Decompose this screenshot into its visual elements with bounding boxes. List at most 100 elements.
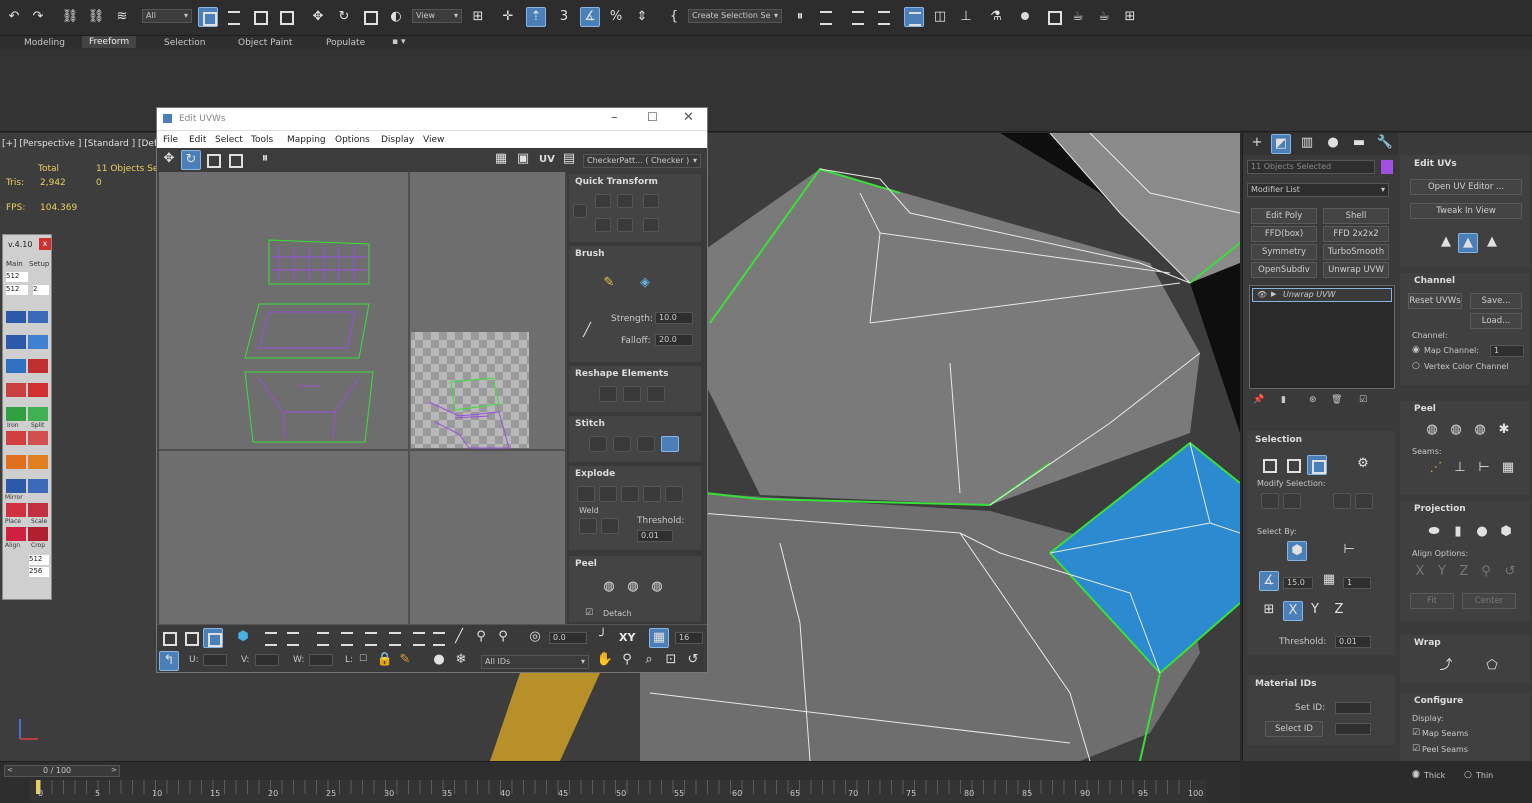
brush-header[interactable]: Brush (575, 249, 604, 259)
paint-brush-icon[interactable]: ✎ (599, 274, 619, 294)
window-crossing-icon[interactable] (276, 7, 296, 27)
plugin-tool-icon[interactable] (28, 503, 48, 517)
schematic-view-icon[interactable]: ⊥ (956, 8, 976, 28)
planar-angle-spinner[interactable]: 15.0 (1283, 577, 1313, 589)
rotate-icon[interactable]: ↻ (181, 150, 201, 170)
sel-poly-icon[interactable] (1307, 455, 1327, 475)
plugin-tool-icon[interactable] (6, 407, 26, 421)
edge-mode-icon[interactable] (181, 628, 201, 648)
select-element-icon[interactable]: ⬢ (1287, 541, 1307, 561)
plugin-tool-icon[interactable] (28, 455, 48, 469)
explode-header[interactable]: Explode (575, 469, 615, 479)
move-icon[interactable]: ✥ (308, 8, 328, 28)
curve-editor-icon[interactable]: ◫ (930, 8, 950, 28)
grid-icon[interactable]: ⊞ (1120, 8, 1140, 28)
scale-icon[interactable] (203, 150, 223, 170)
select-id-button[interactable]: Select ID (1265, 721, 1323, 737)
tab-populate[interactable]: Populate (326, 38, 365, 48)
stitch-custom-icon[interactable] (661, 436, 679, 452)
make-unique-icon[interactable]: ⊛ (1309, 395, 1317, 405)
stack-item[interactable]: 👁 ▶ Unwrap UVW (1252, 288, 1392, 302)
plugin-tool-icon[interactable] (28, 407, 48, 421)
hide-icon[interactable]: ✎ (395, 651, 415, 671)
uv-display-icon[interactable]: ▣ (513, 150, 533, 170)
rect-selection-icon[interactable] (250, 7, 270, 27)
plugin-tool-icon[interactable] (6, 431, 26, 445)
spherical-map-icon[interactable]: ● (1472, 523, 1492, 543)
create-tab-icon[interactable]: + (1247, 134, 1267, 154)
menu-view[interactable]: View (423, 135, 444, 145)
ribbon-options-icon[interactable]: ▪ ▾ (392, 37, 405, 47)
zoom-region-icon[interactable]: ⌕ (639, 651, 659, 671)
plugin-tool-icon[interactable] (28, 359, 48, 373)
loop-sel-icon[interactable] (1333, 493, 1351, 509)
rotate-angle-spinner[interactable]: 0.0 (549, 632, 587, 644)
time-prev-icon[interactable]: < (7, 766, 13, 774)
plugin-tool-icon[interactable] (6, 479, 26, 493)
straighten-icon[interactable] (599, 386, 617, 402)
reshape-header[interactable]: Reshape Elements (575, 369, 668, 379)
grid-size-spinner[interactable]: 16 (675, 632, 703, 644)
layer-explorer-icon[interactable] (874, 7, 894, 27)
paint-shrink-icon[interactable]: ⚲ (493, 628, 513, 648)
w-field[interactable] (309, 654, 333, 666)
freeform-icon[interactable] (225, 150, 245, 170)
lock-icon[interactable]: 🔒 (375, 651, 395, 671)
set-id-spinner[interactable] (1335, 702, 1371, 714)
render-iterative-icon[interactable]: ☕ (1094, 8, 1114, 28)
grow-sel-icon[interactable] (261, 628, 281, 648)
reset-view-icon[interactable]: ↺ (683, 651, 703, 671)
redo-icon[interactable]: ↷ (28, 8, 48, 28)
plugin-tool-icon[interactable] (28, 383, 48, 397)
load-button[interactable]: Load... (1470, 313, 1522, 329)
remove-modifier-icon[interactable]: 🗑 (1331, 395, 1342, 405)
falloff-spinner[interactable]: 20.0 (655, 334, 693, 346)
break-edge-icon[interactable] (599, 486, 617, 502)
map-channel-spinner[interactable]: 1 (1490, 345, 1524, 357)
plugin-size-e[interactable]: 256 (29, 567, 49, 577)
cylindrical-map-icon[interactable]: ▮ (1448, 523, 1468, 543)
menu-mapping[interactable]: Mapping (287, 135, 326, 145)
pan-icon[interactable]: ✋ (595, 651, 615, 671)
texture-dropdown[interactable]: CheckerPatt... ( Checker ) ▾ (583, 154, 701, 168)
maximize-icon[interactable]: ☐ (647, 110, 658, 124)
plugin-size-b[interactable]: 512 (6, 285, 28, 295)
tab-freeform[interactable]: Freeform (82, 36, 137, 48)
select-id-spinner[interactable] (1335, 723, 1371, 735)
plugin-tool-icon[interactable] (6, 455, 26, 469)
map-tweak-a-icon[interactable]: ▲ (1436, 233, 1456, 253)
scene-explorer-icon[interactable] (848, 7, 868, 27)
map-tweak-b-icon[interactable]: ▲ (1458, 233, 1478, 253)
link-icon[interactable]: ⛓ (60, 8, 80, 28)
peel-seams-checkbox[interactable]: ☑ (1412, 744, 1420, 754)
reference-coord-dropdown[interactable]: View ▾ (412, 9, 462, 23)
thin-radio[interactable]: ○ (1464, 770, 1472, 780)
u-field[interactable] (203, 654, 227, 666)
show-end-result-icon[interactable]: ▮ (1281, 395, 1286, 405)
paint-select-icon[interactable]: ╱ (449, 628, 469, 648)
modifier-symmetry-button[interactable]: Symmetry (1251, 244, 1317, 260)
relax-brush-icon[interactable]: ◈ (635, 274, 655, 294)
planar-angle-icon[interactable]: ∡ (1259, 571, 1279, 591)
pivot-center-icon[interactable]: ⊞ (468, 8, 488, 28)
menu-file[interactable]: File (163, 135, 178, 145)
plugin-tool-icon[interactable] (6, 335, 26, 349)
modifier-edit-poly-button[interactable]: Edit Poly (1251, 208, 1317, 224)
show-map-icon[interactable]: ▦ (491, 150, 511, 170)
pin-icon[interactable]: ✱ (1494, 421, 1514, 441)
seam-edge-icon[interactable]: ⊥ (1450, 459, 1470, 479)
modifier-list-dropdown[interactable]: Modifier List ▾ (1247, 183, 1389, 197)
modifier-turbosmooth-button[interactable]: TurboSmooth (1323, 244, 1389, 260)
wrap-header[interactable]: Wrap (1414, 638, 1441, 648)
place-icon[interactable]: ◐ (386, 8, 406, 28)
viewport-label[interactable]: [+] [Perspective ] [Standard ] [Default (2, 139, 174, 149)
modifier-unwrap-uvw-button[interactable]: Unwrap UVW (1323, 262, 1389, 278)
peel-header[interactable]: Peel (575, 559, 597, 569)
ring-icon[interactable] (337, 628, 357, 648)
brush-line-icon[interactable]: ╱ (577, 322, 597, 342)
material-ids-header[interactable]: Material IDs (1255, 679, 1316, 689)
sel-threshold-spinner[interactable]: 0.01 (1335, 636, 1371, 648)
stitch-avg-icon[interactable] (613, 436, 631, 452)
tab-object-paint[interactable]: Object Paint (238, 38, 292, 48)
menu-options[interactable]: Options (335, 135, 370, 145)
